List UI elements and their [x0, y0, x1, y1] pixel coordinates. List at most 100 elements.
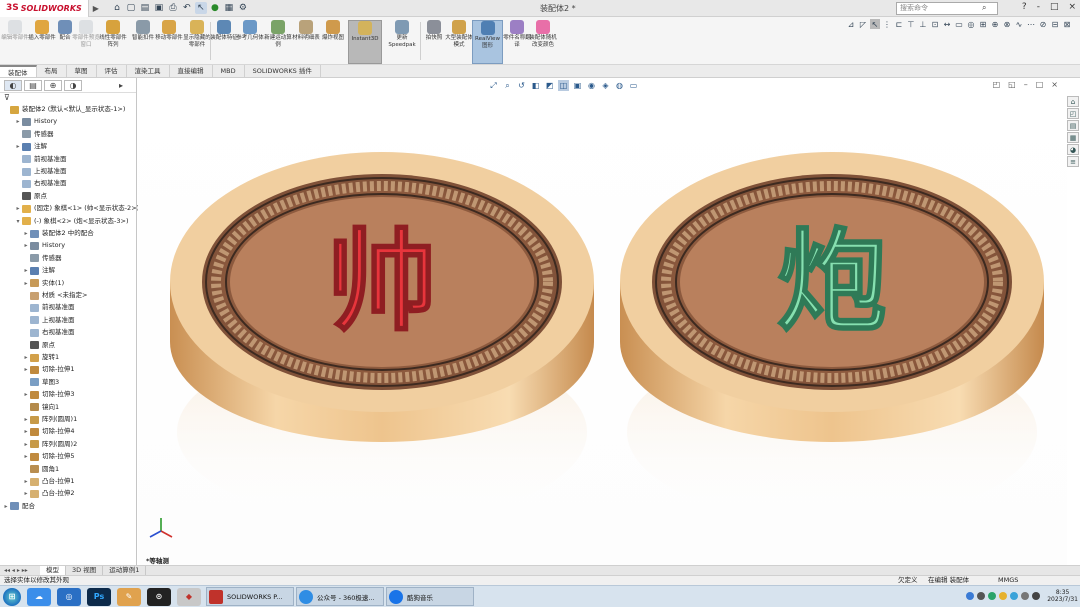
tree-toggle-icon[interactable]: ▸: [22, 353, 30, 362]
realview-button[interactable]: RealView图形: [472, 20, 503, 64]
tree-item[interactable]: ▸ 旋转1: [22, 353, 59, 362]
minimize-button[interactable]: -: [1037, 2, 1040, 12]
tray-volume-icon[interactable]: [977, 592, 986, 600]
tree-item[interactable]: 前视基准面: [22, 303, 75, 312]
undo-icon[interactable]: ↶: [181, 2, 193, 14]
graphics-area[interactable]: 帅 炮: [138, 78, 1067, 565]
display-style-icon[interactable]: ▣: [572, 80, 583, 91]
view-palette-icon[interactable]: ▦: [1067, 132, 1079, 143]
reference-geometry-button[interactable]: 参考几何体: [236, 20, 264, 64]
tree-item[interactable]: ▸ 阵列(圆周)1: [22, 415, 77, 424]
save-icon[interactable]: ▣: [153, 2, 165, 14]
tree-toggle-icon[interactable]: ▸: [22, 266, 30, 275]
tray-app-icon[interactable]: [1032, 592, 1041, 600]
filter-dimension-icon[interactable]: ↔: [942, 19, 952, 29]
tree-item[interactable]: ▸ 阵列(圆周)2: [22, 440, 77, 449]
start-button-icon[interactable]: ⊞: [3, 587, 21, 606]
tree-item[interactable]: 圆角1: [22, 465, 59, 474]
tree-item[interactable]: 传感器: [22, 254, 62, 263]
edit-appearance-icon[interactable]: ◈: [600, 80, 611, 91]
motion-study-button[interactable]: 新建运动算例: [264, 20, 292, 64]
tree-toggle-icon[interactable]: ▸: [22, 440, 30, 449]
tree-item[interactable]: 右视基准面: [14, 179, 67, 188]
hide-show-items-icon[interactable]: ◉: [586, 80, 597, 91]
tray-app-icon[interactable]: [1021, 592, 1030, 600]
tree-toggle-icon[interactable]: ▸: [14, 142, 22, 151]
zoom-area-icon[interactable]: ⌕: [502, 80, 513, 91]
view-settings-icon[interactable]: ▭: [628, 80, 639, 91]
tree-item[interactable]: ▸ 注解: [22, 266, 55, 275]
filter-body-icon[interactable]: ◎: [966, 19, 976, 29]
tab-motion-study[interactable]: 运动算例1: [103, 566, 147, 575]
new-document-icon[interactable]: ▢: [125, 2, 137, 14]
tray-app-icon[interactable]: [999, 592, 1008, 600]
file-properties-icon[interactable]: ▦: [223, 2, 235, 14]
tree-item[interactable]: ▸ 凸台-拉伸2: [22, 489, 74, 498]
viewport-restore-icon[interactable]: ◰: [993, 80, 1001, 89]
taskbar-clock[interactable]: 8:35 2023/7/31: [1047, 589, 1078, 603]
notepad-icon[interactable]: ✎: [117, 587, 141, 606]
tree-item[interactable]: 上视基准面: [22, 316, 75, 325]
tree-toggle-icon[interactable]: ▸: [22, 452, 30, 461]
tree-toggle-icon[interactable]: ▸: [22, 229, 30, 238]
tab-model[interactable]: 模型: [40, 566, 66, 575]
tree-toggle-icon[interactable]: ▸: [22, 477, 30, 486]
tree-toggle-icon[interactable]: ▸: [22, 279, 30, 288]
baidu-netdisk-icon[interactable]: ☁: [27, 587, 51, 606]
filter-point-icon[interactable]: ⊕: [990, 19, 1000, 29]
filter-clear-icon[interactable]: ⊘: [1038, 19, 1048, 29]
display-manager-tab-icon[interactable]: ◑: [64, 80, 82, 91]
tab-3d-views[interactable]: 3D 视图: [66, 566, 104, 575]
panel-expand-icon[interactable]: ▸: [112, 80, 130, 91]
random-color-button[interactable]: 装配体随机改变颜色: [529, 20, 557, 64]
filter-more-icon[interactable]: ⋯: [1026, 19, 1036, 29]
chess-piece-pao[interactable]: 炮: [612, 132, 1052, 532]
print-icon[interactable]: ⎙: [167, 2, 179, 14]
section-view-icon[interactable]: ◧: [530, 80, 541, 91]
move-component-button[interactable]: 移动零部件: [155, 20, 183, 64]
tree-item[interactable]: 上视基准面: [14, 167, 67, 176]
tree-item[interactable]: ▸ (固定) 象棋<1> (帅<显示状态-2>): [14, 204, 139, 213]
tree-item[interactable]: ▸ 切除-拉伸1: [22, 365, 74, 374]
tray-app-icon[interactable]: [1010, 592, 1019, 600]
taskbar-app-kugou[interactable]: 酷狗音乐: [386, 587, 474, 606]
tab-sketch[interactable]: 草图: [67, 65, 97, 77]
help-button[interactable]: ?: [1022, 2, 1027, 12]
tree-item[interactable]: 前视基准面: [14, 155, 67, 164]
configuration-manager-tab-icon[interactable]: ⊕: [44, 80, 62, 91]
options-gear-icon[interactable]: ⚙: [237, 2, 249, 14]
component-preview-button[interactable]: 零部件预览窗口: [72, 20, 100, 64]
close-button[interactable]: ×: [1068, 2, 1076, 12]
tree-item[interactable]: ▸ History: [14, 117, 57, 126]
solidworks-logo[interactable]: 3S SOLIDWORKS: [0, 0, 89, 17]
viewport-maximize-icon[interactable]: □: [1036, 80, 1044, 89]
tree-item[interactable]: ▸ 装配体2 中的配合: [22, 229, 94, 238]
tree-toggle-icon[interactable]: ▸: [22, 489, 30, 498]
tree-toggle-icon[interactable]: ▾: [14, 217, 22, 226]
chess-piece-shuai[interactable]: 帅: [162, 132, 602, 532]
tree-item[interactable]: 原点: [14, 192, 47, 201]
tree-item[interactable]: ▸ 切除-拉伸3: [22, 390, 74, 399]
update-speedpak-button[interactable]: 更新Speedpak: [386, 20, 418, 64]
tab-scroll-arrows[interactable]: ◂◂ ◂ ▸ ▸▸: [0, 567, 40, 574]
solidworks-resources-icon[interactable]: ⌂: [1067, 96, 1079, 107]
tree-item[interactable]: ▸ History: [22, 241, 65, 250]
tab-mbd[interactable]: MBD: [213, 65, 245, 77]
filter-note-icon[interactable]: ⊞: [978, 19, 988, 29]
property-manager-tab-icon[interactable]: ▤: [24, 80, 42, 91]
photoshop-icon[interactable]: Ps: [87, 587, 111, 606]
tree-item[interactable]: ▸ 切除-拉伸4: [22, 427, 74, 436]
tree-toggle-icon[interactable]: ▸: [22, 365, 30, 374]
tab-direct-editing[interactable]: 直接编辑: [170, 65, 213, 77]
tree-item[interactable]: 材质 <未指定>: [22, 291, 87, 300]
assembly-feature-button[interactable]: 装配体特征: [210, 20, 238, 64]
tree-item[interactable]: 装配体2 (默认<默认_显示状态-1>): [2, 105, 125, 114]
apply-scene-icon[interactable]: ◍: [614, 80, 625, 91]
filter-curve-icon[interactable]: ∿: [1014, 19, 1024, 29]
view-orientation-icon[interactable]: ◫: [558, 80, 569, 91]
linear-pattern-button[interactable]: 线性零部件阵列: [99, 20, 127, 64]
tree-filter-icon[interactable]: ⊽: [0, 93, 136, 105]
tree-toggle-icon[interactable]: ▸: [22, 427, 30, 436]
filter-axis-icon[interactable]: ⊥: [918, 19, 928, 29]
tree-item[interactable]: ▸ 凸台-拉伸1: [22, 477, 74, 486]
